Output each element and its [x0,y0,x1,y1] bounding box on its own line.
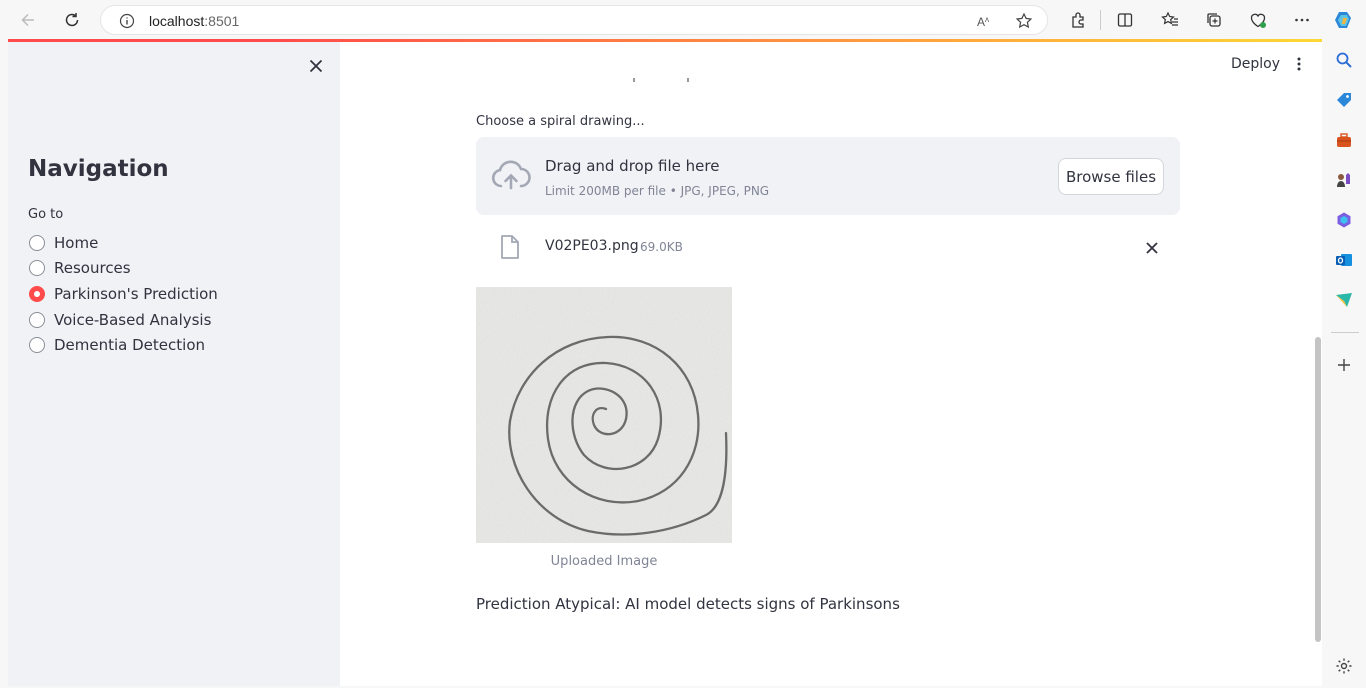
remove-file-icon[interactable] [1142,238,1162,258]
browser-toolbar: localhost:8501 Aʌ [0,0,1366,40]
read-aloud-icon[interactable]: Aʌ [975,12,993,35]
more-menu-icon[interactable] [1290,8,1314,32]
svg-text:ʌ: ʌ [985,15,989,24]
search-icon[interactable] [1334,50,1354,70]
radio-label: Parkinson's Prediction [54,285,218,303]
prediction-result: Prediction Atypical: AI model detects si… [476,595,900,613]
radio-label: Resources [54,259,131,277]
toolbar-divider [1100,10,1101,30]
vertical-scrollbar[interactable] [1315,337,1321,642]
edge-sidebar [1323,40,1366,688]
radio-circle[interactable] [29,312,45,328]
radio-circle[interactable] [29,337,45,353]
radio-dementia-detection[interactable]: Dementia Detection [29,335,205,355]
refresh-icon[interactable] [60,8,84,32]
url-text: localhost:8501 [149,13,240,29]
split-screen-icon[interactable] [1113,8,1137,32]
radio-label: Dementia Detection [54,336,206,354]
outlook-icon[interactable] [1334,250,1354,270]
clipped-content-fragment [633,78,689,82]
games-icon[interactable] [1334,170,1354,190]
file-icon [501,235,519,259]
radio-resources[interactable]: Resources [29,258,131,278]
uploaded-spiral-image [476,287,732,543]
collections-icon[interactable] [1202,8,1226,32]
drop-instruction: Drag and drop file here [545,157,720,175]
file-size: 69.0KB [640,240,683,254]
cloud-upload-icon [491,160,531,190]
radio-circle-selected[interactable] [29,286,45,302]
file-limit-text: Limit 200MB per file • JPG, JPEG, PNG [545,184,770,198]
favorites-icon[interactable] [1158,8,1182,32]
svg-text:A: A [977,15,985,29]
back-icon[interactable] [16,8,40,32]
radio-voice-based-analysis[interactable]: Voice-Based Analysis [29,310,211,330]
sidebar-title: Navigation [28,156,169,182]
radio-label: Voice-Based Analysis [54,311,212,329]
main-menu-icon[interactable] [1289,54,1309,74]
shopping-tag-icon[interactable] [1334,90,1354,110]
uploader-label: Choose a spiral drawing... [476,114,645,129]
radio-circle[interactable] [29,260,45,276]
microsoft-365-icon[interactable] [1334,210,1354,230]
streamlit-app: Navigation Go to Home Resources Parkinso… [8,42,1322,686]
deploy-button[interactable]: Deploy [1223,54,1288,74]
file-dropzone[interactable]: Drag and drop file here Limit 200MB per … [476,137,1180,215]
file-name: V02PE03.png [545,238,639,254]
settings-gear-icon[interactable] [1334,656,1354,676]
add-icon[interactable] [1334,355,1354,375]
radio-circle[interactable] [29,235,45,251]
tools-briefcase-icon[interactable] [1334,130,1354,150]
radio-group-label: Go to [28,207,64,222]
radio-parkinsons-prediction[interactable]: Parkinson's Prediction [29,284,218,304]
extensions-icon[interactable] [1066,8,1090,32]
edge-sidebar-divider [1331,332,1359,333]
browser-essentials-icon[interactable] [1246,8,1270,32]
image-caption: Uploaded Image [550,554,658,569]
radio-home[interactable]: Home [29,233,98,253]
close-sidebar-icon[interactable] [306,56,326,76]
copilot-icon[interactable] [1332,8,1356,32]
app-sidebar: Navigation Go to Home Resources Parkinso… [8,42,340,686]
address-bar[interactable]: localhost:8501 Aʌ [100,5,1048,35]
send-drop-icon[interactable] [1334,290,1354,310]
info-icon[interactable] [119,13,135,34]
favorite-star-icon[interactable] [1015,12,1033,35]
uploaded-file-row: V02PE03.png 69.0KB [476,230,1180,266]
browse-files-button[interactable]: Browse files [1058,158,1164,195]
radio-label: Home [54,234,99,252]
